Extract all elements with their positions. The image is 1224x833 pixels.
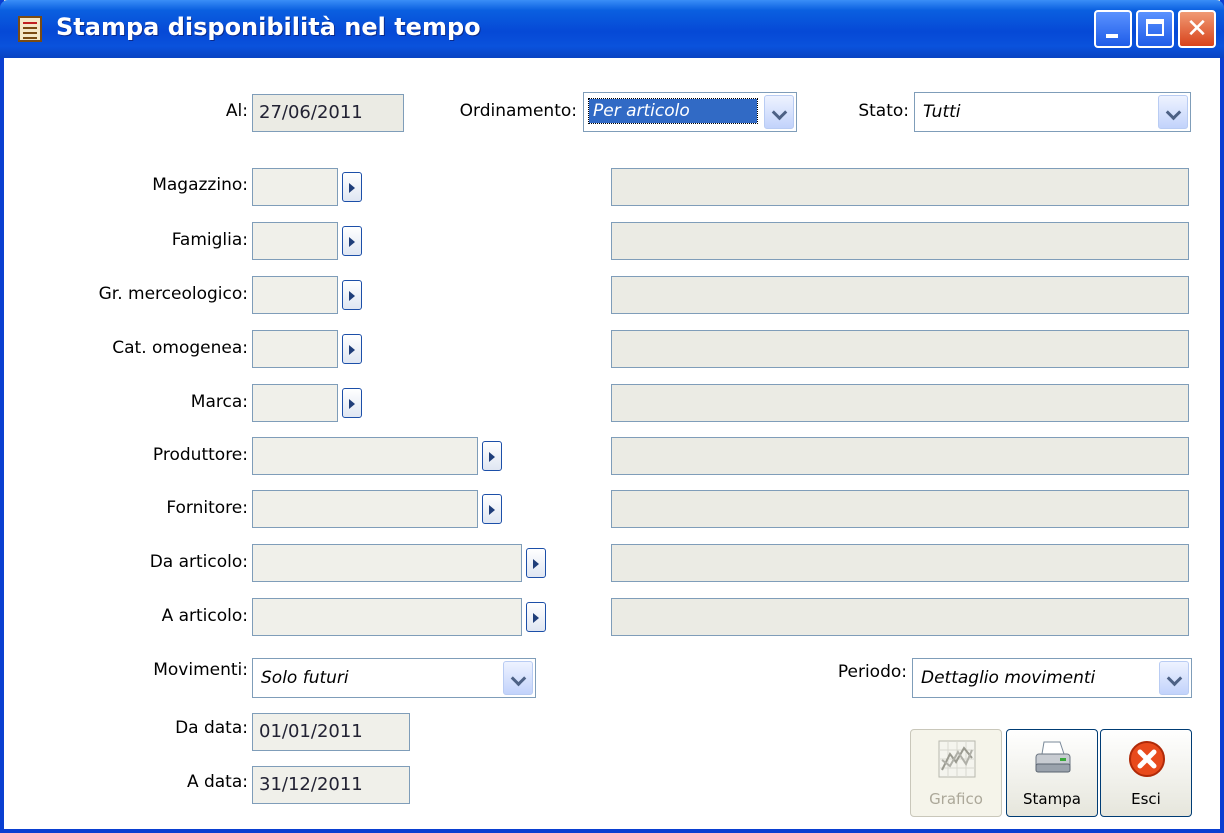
esci-button[interactable]: Esci (1100, 729, 1192, 817)
stato-label: Stato: (858, 101, 909, 121)
famiglia-label: Famiglia: (171, 230, 248, 250)
chevron-down-icon[interactable] (503, 661, 533, 695)
stampa-button[interactable]: Stampa (1006, 729, 1098, 817)
movimenti-select[interactable]: Solo futuri (252, 658, 536, 698)
famiglia-code-field[interactable] (252, 222, 338, 260)
produttore-code-field[interactable] (252, 437, 478, 475)
da-articolo-zoom-button[interactable] (526, 548, 546, 578)
movimenti-label: Movimenti: (153, 660, 248, 680)
fornitore-label: Fornitore: (166, 498, 248, 518)
gr-merceologico-code-field[interactable] (252, 276, 338, 314)
al-date-field: 27/06/2011 (252, 94, 404, 132)
famiglia-zoom-button[interactable] (342, 226, 362, 256)
produttore-label: Produttore: (152, 445, 248, 465)
title-bar[interactable]: Stampa disponibilità nel tempo ✕ (0, 0, 1224, 58)
al-label: Al: (225, 101, 248, 121)
periodo-select[interactable]: Dettaglio movimenti (912, 658, 1192, 698)
window-title: Stampa disponibilità nel tempo (56, 13, 481, 41)
marca-code-field[interactable] (252, 384, 338, 422)
chart-icon (938, 740, 976, 778)
minimize-button[interactable] (1094, 10, 1132, 48)
gr-merceologico-description-field (611, 276, 1189, 314)
form-area: Al: 27/06/2011 Ordinamento: Per articolo… (4, 58, 1220, 829)
stampa-label: Stampa (1023, 790, 1081, 808)
report-icon (18, 16, 42, 42)
esci-label: Esci (1131, 790, 1161, 808)
famiglia-description-field (611, 222, 1189, 260)
da-articolo-code-field[interactable] (252, 544, 522, 582)
fornitore-description-field (611, 490, 1189, 528)
a-articolo-description-field (611, 598, 1189, 636)
marca-zoom-button[interactable] (342, 388, 362, 418)
magazzino-code-field[interactable] (252, 168, 338, 206)
gr-merceologico-label: Gr. merceologico: (98, 284, 248, 304)
fornitore-zoom-button[interactable] (482, 494, 502, 524)
stato-select[interactable]: Tutti (914, 92, 1191, 132)
close-icon: ✕ (1186, 14, 1208, 44)
produttore-description-field (611, 437, 1189, 475)
chevron-down-icon[interactable] (764, 95, 794, 129)
da-articolo-label: Da articolo: (149, 552, 248, 572)
fornitore-code-field[interactable] (252, 490, 478, 528)
grafico-label: Grafico (929, 790, 983, 808)
cat-omogenea-label: Cat. omogenea: (112, 338, 248, 358)
cat-omogenea-code-field[interactable] (252, 330, 338, 368)
magazzino-description-field (611, 168, 1189, 206)
gr-merceologico-zoom-button[interactable] (342, 280, 362, 310)
a-articolo-code-field[interactable] (252, 598, 522, 636)
ordinamento-select[interactable]: Per articolo (583, 92, 797, 132)
close-button[interactable]: ✕ (1178, 10, 1216, 48)
magazzino-zoom-button[interactable] (342, 172, 362, 202)
exit-icon (1129, 741, 1165, 777)
a-data-label: A data: (186, 772, 248, 792)
printer-icon (1035, 741, 1071, 773)
magazzino-label: Magazzino: (152, 175, 248, 195)
periodo-label: Periodo: (837, 662, 907, 682)
a-data-field[interactable]: 31/12/2011 (252, 766, 410, 804)
produttore-zoom-button[interactable] (482, 441, 502, 471)
chevron-down-icon[interactable] (1158, 95, 1188, 129)
marca-description-field (611, 384, 1189, 422)
ordinamento-label: Ordinamento: (459, 101, 577, 121)
marca-label: Marca: (190, 392, 248, 412)
da-data-field[interactable]: 01/01/2011 (252, 713, 410, 751)
da-articolo-description-field (611, 544, 1189, 582)
maximize-button[interactable] (1136, 10, 1174, 48)
dialog-window: Stampa disponibilità nel tempo ✕ Al: 27/… (0, 0, 1224, 833)
a-articolo-label: A articolo: (161, 606, 248, 626)
grafico-button[interactable]: Grafico (910, 729, 1002, 817)
a-articolo-zoom-button[interactable] (526, 602, 546, 632)
chevron-down-icon[interactable] (1159, 661, 1189, 695)
cat-omogenea-zoom-button[interactable] (342, 334, 362, 364)
da-data-label: Da data: (175, 718, 248, 738)
cat-omogenea-description-field (611, 330, 1189, 368)
